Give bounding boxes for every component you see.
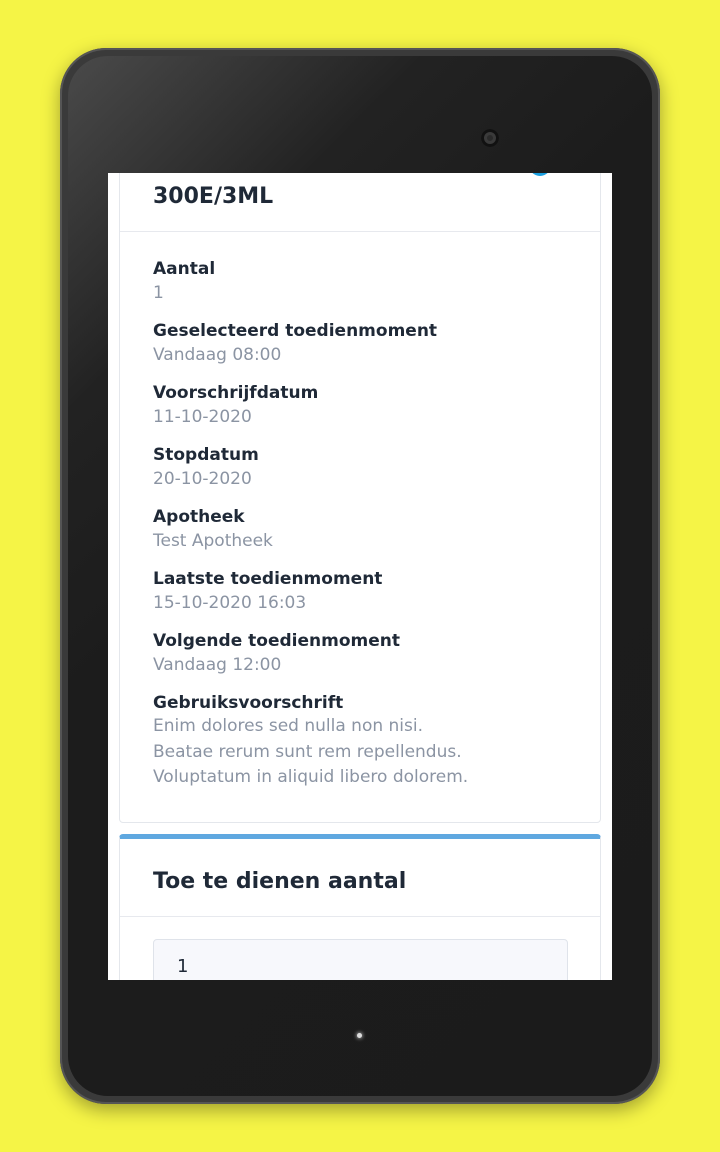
field-aantal: Aantal 1	[153, 258, 573, 320]
field-apotheek: Apotheek Test Apotheek	[153, 506, 573, 568]
field-label: Aantal	[153, 259, 216, 279]
administer-card-header: Toe te dienen aantal	[120, 839, 600, 917]
administer-quantity-card: Toe te dienen aantal 1	[119, 834, 601, 980]
app-screen: 300E/3ML i Aantal 1 Geselecteerd toedien…	[108, 173, 612, 980]
instruction-line: Enim dolores sed nulla non nisi.	[153, 716, 424, 736]
field-value: 20-10-2020	[153, 469, 252, 489]
field-value: 1	[153, 283, 164, 303]
field-value: 11-10-2020	[153, 407, 252, 427]
instruction-line: Beatae rerum sunt rem repellendus.	[153, 741, 462, 762]
field-label: Voorschrijfdatum	[153, 383, 319, 403]
medication-title: 300E/3ML	[153, 184, 274, 209]
instruction-line: Voluptatum in aliquid libero dolorem.	[153, 767, 469, 787]
medication-details-card: 300E/3ML i Aantal 1 Geselecteerd toedien…	[119, 173, 601, 823]
field-label: Stopdatum	[153, 445, 259, 465]
field-value: 15-10-2020 16:03	[153, 593, 307, 613]
field-geselecteerd-toedienmoment: Geselecteerd toedienmoment Vandaag 08:00	[153, 320, 573, 382]
field-label: Geselecteerd toedienmoment	[153, 321, 438, 341]
field-value: Vandaag 08:00	[153, 345, 282, 365]
field-label: Volgende toedienmoment	[153, 631, 400, 651]
field-value: Vandaag 12:00	[153, 655, 282, 675]
field-voorschrijfdatum: Voorschrijfdatum 11-10-2020	[153, 382, 573, 444]
field-stopdatum: Stopdatum 20-10-2020	[153, 444, 573, 506]
medication-fields: Aantal 1 Geselecteerd toedienmoment Vand…	[153, 258, 573, 787]
field-gebruiksvoorschrift: Gebruiksvoorschrift Enim dolores sed nul…	[153, 692, 573, 787]
field-volgende-toedienmoment: Volgende toedienmoment Vandaag 12:00	[153, 630, 573, 692]
field-label: Laatste toedienmoment	[153, 569, 383, 589]
field-label: Apotheek	[153, 507, 245, 527]
field-value: Test Apotheek	[153, 531, 273, 551]
camera-icon	[481, 129, 499, 147]
field-laatste-toedienmoment: Laatste toedienmoment 15-10-2020 16:03	[153, 568, 573, 630]
medication-card-header: 300E/3ML i	[120, 173, 600, 232]
administer-title: Toe te dienen aantal	[153, 869, 407, 894]
status-led	[357, 1033, 362, 1038]
quantity-input[interactable]: 1	[153, 939, 568, 980]
field-label: Gebruiksvoorschrift	[153, 693, 344, 713]
info-icon[interactable]: i	[529, 173, 551, 176]
